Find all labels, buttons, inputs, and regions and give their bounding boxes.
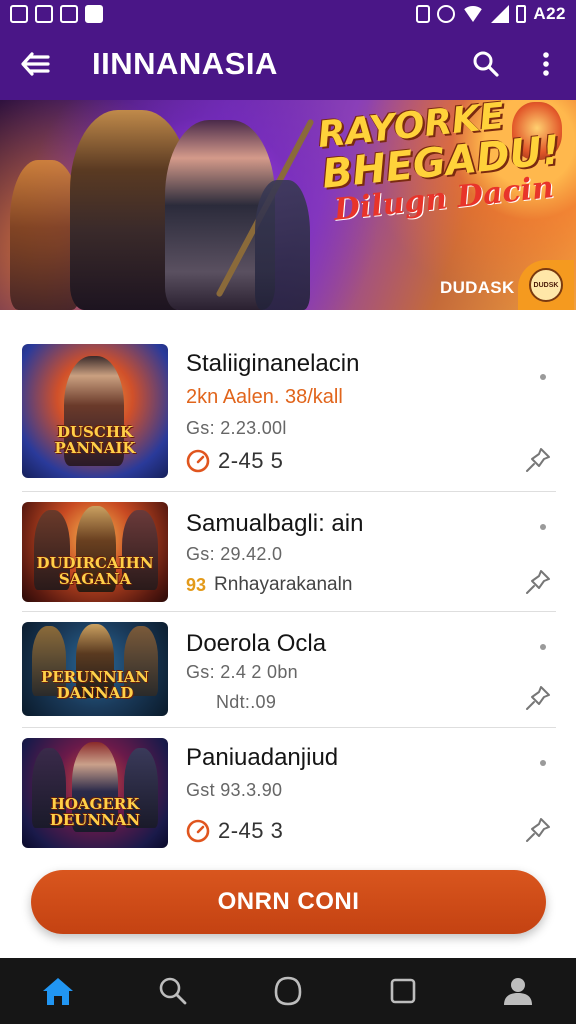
nav-profile[interactable] [478, 958, 558, 1024]
home-icon [42, 978, 73, 1005]
more-vert-icon [543, 52, 549, 76]
pin-icon[interactable] [524, 816, 552, 844]
pin-icon[interactable] [524, 568, 552, 596]
primary-action-button[interactable]: ONRN CONI [31, 870, 546, 934]
search-icon [159, 977, 187, 1005]
image-icon [35, 5, 53, 23]
list-item[interactable]: HOAGERK DEUNNAN Paniuadanjiud Gst 93.3.9… [22, 728, 556, 856]
circle-icon [274, 976, 302, 1006]
status-left [10, 5, 103, 23]
item-title: Doerola Ocla [186, 630, 327, 657]
nav-recents[interactable] [363, 958, 443, 1024]
item-thumbnail: DUDIRCAIHN SAGANA [22, 502, 168, 602]
pin-icon[interactable] [524, 446, 552, 474]
status-time: A22 [533, 4, 566, 23]
thumbnail-title: HOAGERK DEUNNAN [49, 795, 141, 829]
item-rating: 2-45 3 [186, 818, 283, 844]
item-thumbnail: HOAGERK DEUNNAN [22, 738, 168, 848]
item-note: Rnhayarakanaln [214, 574, 353, 595]
status-dot [540, 524, 546, 530]
promo-banner[interactable]: RAYORKE BHEGADU! Dilugn Dacin DUDASK DUD… [0, 100, 576, 310]
thumbnail-title: PERUNNIAN DANNAD [40, 668, 150, 702]
status-dot [540, 374, 546, 380]
nav-home-button[interactable] [248, 958, 328, 1024]
banner-tag: DUDASK [440, 278, 515, 297]
item-meta: Gs: 2.23.00l [186, 418, 287, 438]
item-meta: Gst 93.3.90 [186, 780, 283, 800]
game-list: DUSCHK PANNAIK Staliiginanelacin 2kn Aal… [22, 330, 556, 856]
profile-icon [504, 978, 533, 1005]
thumbnail-title: DUDIRCAIHN SAGANA [36, 554, 154, 588]
vibrate-icon [416, 5, 431, 23]
nav-search[interactable] [133, 958, 213, 1024]
battery-icon [516, 5, 527, 23]
pin-icon[interactable] [524, 684, 552, 712]
bottom-navigation [0, 958, 576, 1024]
back-button[interactable] [0, 28, 70, 100]
rating-value: 2-45 3 [218, 818, 284, 843]
signal-icon [491, 5, 510, 23]
item-thumbnail: DUSCHK PANNAIK [22, 344, 168, 478]
notification-icon [10, 5, 28, 23]
item-meta: Gs: 29.42.0 [186, 544, 283, 564]
item-subtitle: 2kn Aalen. 38/kall [186, 386, 343, 408]
search-button[interactable] [456, 28, 516, 100]
speedometer-icon [186, 449, 210, 473]
wifi-icon [462, 6, 485, 22]
item-rating: 2-45 5 [186, 448, 283, 474]
thumbnail-title: DUSCHK PANNAIK [54, 423, 136, 457]
square-icon [390, 978, 416, 1004]
gallery-icon [85, 5, 103, 23]
page-title: IINNANASIA [92, 46, 278, 81]
speedometer-icon [186, 819, 210, 843]
item-title: Paniuadanjiud [186, 744, 339, 771]
item-title: Samualbagli: ain [186, 510, 364, 537]
rating-value: 2-45 5 [218, 448, 284, 473]
banner-background-figure [255, 180, 310, 310]
banner-headline: RAYORKE BHEGADU! Dilugn Dacin [316, 100, 565, 228]
item-rating: 93 Rnhayarakanaln [186, 574, 352, 596]
alarm-icon [437, 5, 456, 23]
list-item[interactable]: PERUNNIAN DANNAD Doerola Ocla Gs: 2.4 2 … [22, 612, 556, 728]
status-dot [540, 760, 546, 766]
list-item[interactable]: DUDIRCAIHN SAGANA Samualbagli: ain Gs: 2… [22, 492, 556, 612]
search-icon [473, 51, 499, 77]
item-badge: 93 [186, 574, 207, 595]
status-bar: A22 [0, 0, 576, 28]
app-bar: IINNANASIA [0, 28, 576, 100]
item-meta: Gs: 2.4 2 0bn [186, 662, 298, 682]
status-dot [540, 644, 546, 650]
more-menu-button[interactable] [516, 28, 576, 100]
nav-home[interactable] [18, 958, 98, 1024]
status-right: A22 [416, 4, 566, 24]
banner-badge-emblem: DUDSK [529, 268, 563, 302]
arrow-left-icon [21, 52, 50, 76]
list-item[interactable]: DUSCHK PANNAIK Staliiginanelacin 2kn Aal… [22, 330, 556, 492]
item-note: Ndt:.09 [216, 692, 277, 712]
item-thumbnail: PERUNNIAN DANNAD [22, 622, 168, 716]
item-title: Staliiginanelacin [186, 350, 360, 377]
banner-badge[interactable]: DUDSK [518, 260, 574, 310]
photo-icon [60, 5, 78, 23]
